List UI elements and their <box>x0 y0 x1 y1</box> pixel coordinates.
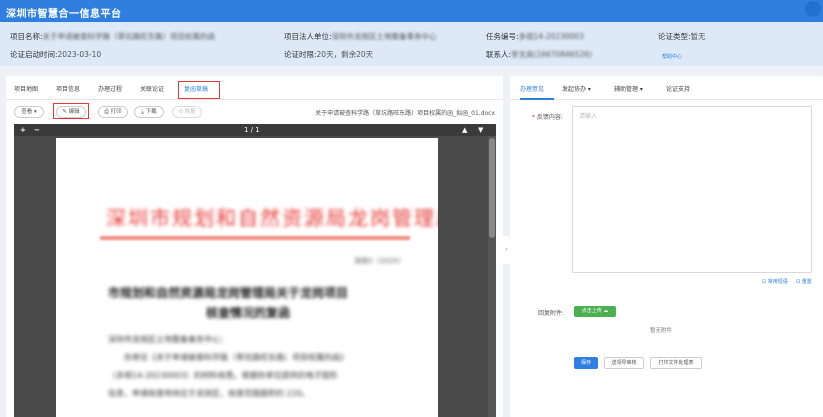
doc-title-line2: 核查情况的复函 <box>206 306 291 320</box>
doc-body-line: 信息，申请核查地块位于龙岗区，核查范围面积约 220。 <box>108 389 310 398</box>
print-button[interactable]: ⎙ 打印 <box>98 106 128 118</box>
tab-co-handle[interactable]: 发起协办 ▾ <box>562 84 591 93</box>
save-button[interactable]: 保存 <box>574 357 598 369</box>
zoom-in-button[interactable]: + <box>20 124 26 136</box>
zoom-out-button[interactable]: − <box>34 124 40 136</box>
doc-title-line1: 市规划和自然资源局龙岗管理局关于龙岗项目 <box>108 286 349 300</box>
viewer-toolbar: + − 1 / 1 ▲ ▼ <box>14 124 496 136</box>
opinion-panel: 办理意见 发起协办 ▾ 辅助管理 ▾ 论证支持 * 反馈内容: 请输入 ⊡ 常用… <box>510 76 823 417</box>
project-owner: 项目法人单位:深圳市龙岗区土地整备事务中心 <box>284 32 437 41</box>
common-phrases-link[interactable]: ⊡ 常用短语 <box>762 278 788 285</box>
tab-related[interactable]: 关联论证 <box>140 84 164 93</box>
download-button[interactable]: ⤓ 下载 <box>134 106 164 118</box>
right-tabs: 办理意见 发起协办 ▾ 辅助管理 ▾ 论证支持 <box>510 76 823 100</box>
doc-number: 深规X〔202X〕 <box>354 257 405 265</box>
page-indicator: 1 / 1 <box>244 126 260 134</box>
highlight-box <box>178 81 220 99</box>
duration: 论证时限:20天，剩余20天 <box>284 50 374 59</box>
feedback-textarea[interactable]: 请输入 <box>572 106 812 273</box>
tab-opinion[interactable]: 办理意见 <box>520 84 544 93</box>
feedback-label: * 反馈内容: <box>532 114 563 121</box>
argument-type: 论证类型:暂无 <box>658 32 706 41</box>
project-name: 项目名称:关于申请被查科学路（草坑路旺东路）项目权属的函 <box>10 32 216 41</box>
restore-button[interactable]: ⟲ 恢复 <box>172 106 202 118</box>
send-review-button[interactable]: 送领导审核 <box>604 357 644 369</box>
doc-toolbar: 查看 ▾ ✎ 编辑 ⎙ 打印 ⤓ 下载 ⟲ 恢复 关于申请被查科学路（草坑路旺东… <box>6 103 503 122</box>
active-tab-indicator <box>520 98 554 100</box>
user-avatar[interactable] <box>805 1 821 17</box>
tab-assist[interactable]: 辅助管理 ▾ <box>614 84 643 93</box>
prev-page-icon[interactable]: ▲ <box>462 124 467 136</box>
left-tabs: 项目地图 项目信息 办理过程 关联论证 复函草稿 <box>6 76 503 100</box>
tab-support[interactable]: 论证支持 <box>666 84 690 93</box>
attachment-label: 回复附件: <box>538 310 565 317</box>
doc-body-line: 你单位《关于申请被查科学路（草坑路旺东路）项目权属的函》 <box>124 353 348 362</box>
next-page-icon[interactable]: ▼ <box>478 124 483 136</box>
tab-process[interactable]: 办理过程 <box>98 84 122 93</box>
no-attachment-text: 暂无附件 <box>650 328 673 334</box>
app-header: 深圳市智慧合一信息平台 <box>0 0 823 22</box>
highlight-box <box>53 103 89 119</box>
doc-body-line: （多规14-20230003）的材料收悉。根据你单位提供的电子图形 <box>108 371 338 380</box>
collapse-handle[interactable]: › <box>503 236 510 264</box>
document-page: 深圳市规划和自然资源局龙岗管理局 深规X〔202X〕 市规划和自然资源局龙岗管理… <box>56 138 438 417</box>
document-viewer[interactable]: + − 1 / 1 ▲ ▼ 深圳市规划和自然资源局龙岗管理局 深规X〔202X〕… <box>14 124 496 417</box>
view-dropdown[interactable]: 查看 ▾ <box>14 106 44 118</box>
start-time: 论证启动时间:2023-03-10 <box>10 50 102 59</box>
reset-link[interactable]: ⊡ 重置 <box>796 278 812 285</box>
viewer-scrollbar[interactable] <box>488 136 496 417</box>
task-number: 任务编号:多规14-20230003 <box>486 32 584 41</box>
doc-header-rule <box>100 236 410 240</box>
tab-project-info[interactable]: 项目信息 <box>56 84 80 93</box>
doc-header: 深圳市规划和自然资源局龙岗管理局 <box>106 206 438 230</box>
doc-salutation: 深圳市龙岗区土地整备事务中心： <box>108 335 228 344</box>
tab-project-map[interactable]: 项目地图 <box>14 84 38 93</box>
app-title: 深圳市智慧合一信息平台 <box>6 9 122 20</box>
document-panel: 项目地图 项目信息 办理过程 关联论证 复函草稿 查看 ▾ ✎ 编辑 ⎙ 打印 … <box>6 76 503 417</box>
file-name: 关于申请被查科学路（草坑路旺东路）项目权属的函_拟函_01.docx <box>315 110 495 117</box>
project-info: 项目名称:关于申请被查科学路（草坑路旺东路）项目权属的函 项目法人单位:深圳市龙… <box>0 22 823 66</box>
help-center-link[interactable]: 帮助中心 <box>658 51 682 60</box>
print-process-button[interactable]: 打印文件处理表 <box>650 357 702 369</box>
contact: 联系人:李文高(16670846526) <box>486 50 592 59</box>
upload-button[interactable]: 点击上传 ☁ <box>574 306 616 317</box>
